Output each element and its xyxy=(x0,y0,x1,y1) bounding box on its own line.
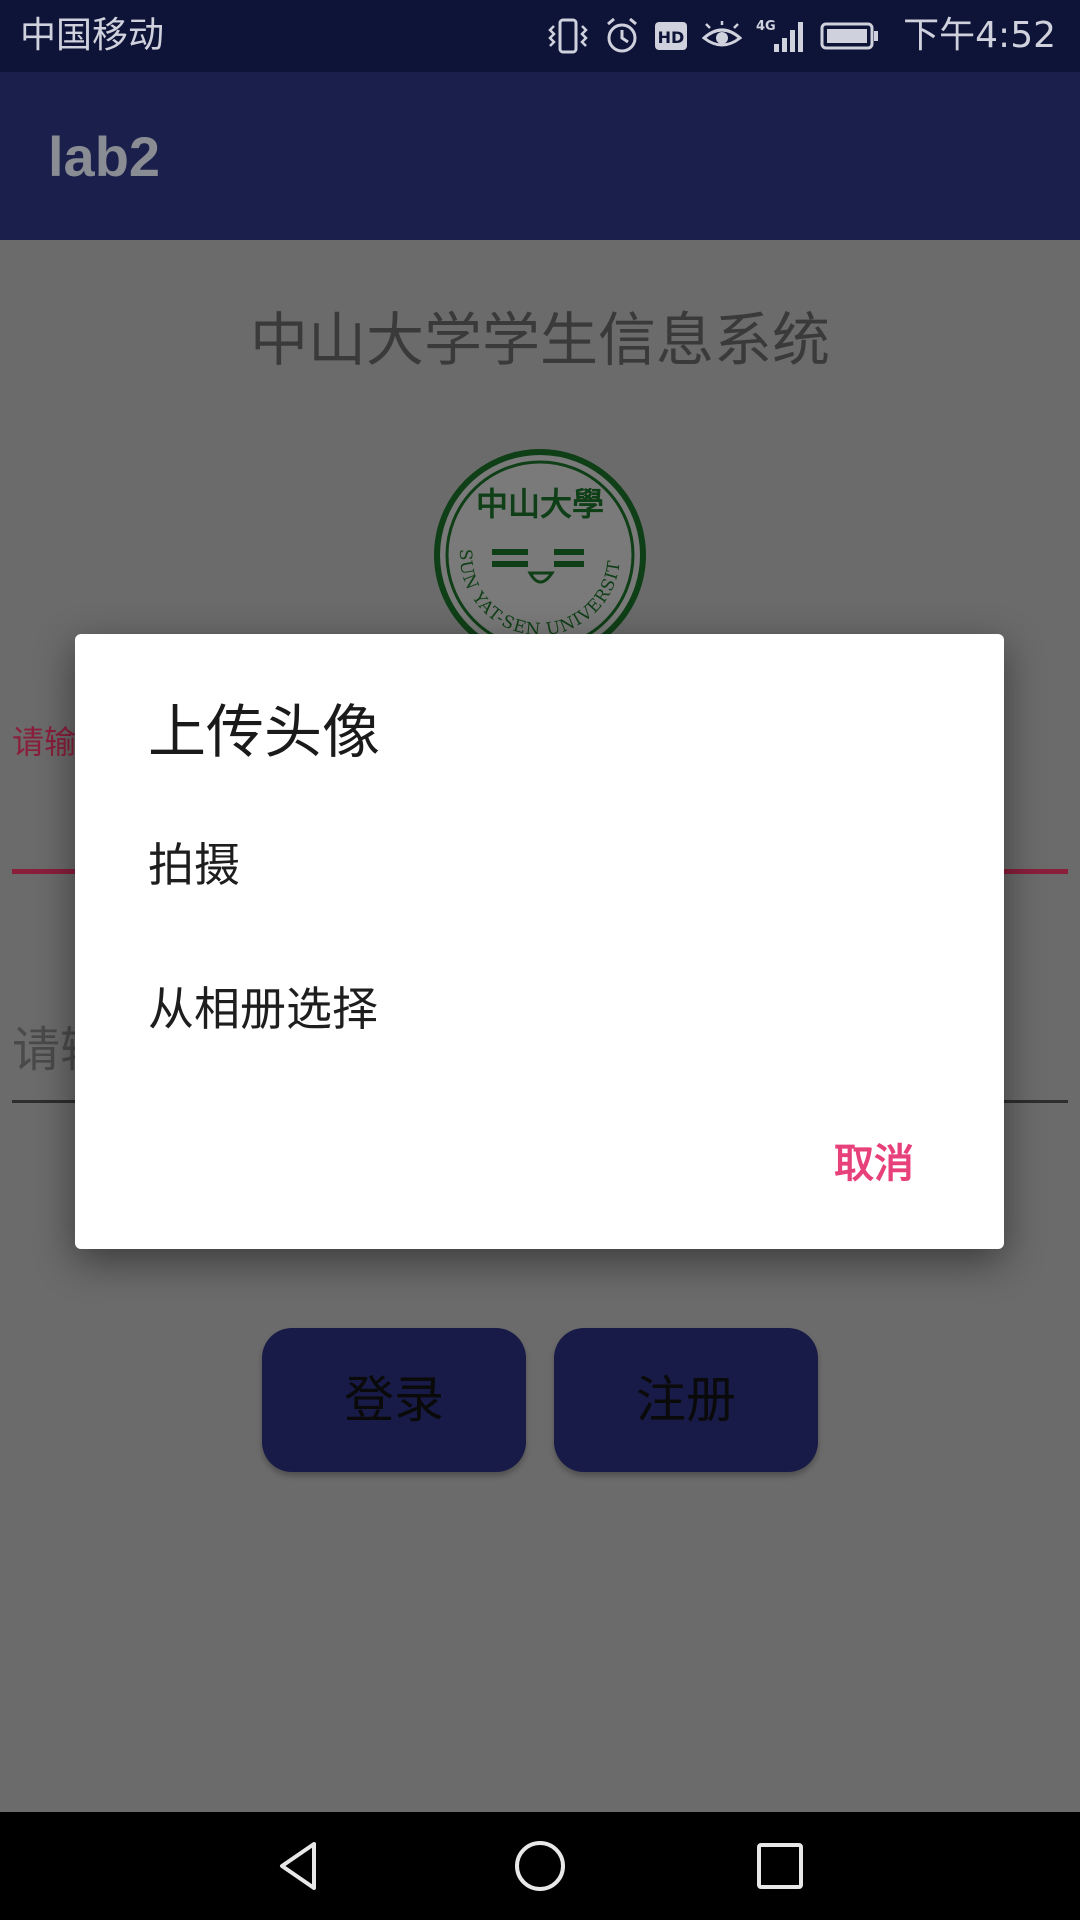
clock: 下午4:52 xyxy=(903,15,1056,56)
recents-icon[interactable] xyxy=(748,1834,812,1898)
home-icon[interactable] xyxy=(508,1834,572,1898)
battery-icon xyxy=(820,20,880,52)
alarm-icon xyxy=(604,16,640,56)
carrier-name: 中国移动 xyxy=(20,15,165,56)
cancel-button[interactable]: 取消 xyxy=(834,1134,914,1194)
login-button[interactable]: 登录 xyxy=(262,1328,526,1472)
dialog-title: 上传头像 xyxy=(148,698,381,766)
vibrate-icon xyxy=(546,16,590,56)
dialog-item-take-photo[interactable]: 拍摄 xyxy=(148,830,948,900)
register-button[interactable]: 注册 xyxy=(554,1328,818,1472)
status-bar: 中国移动 HD 4G 下午4:52 xyxy=(0,0,1080,72)
dialog-item-choose-from-album[interactable]: 从相册选择 xyxy=(148,974,948,1044)
hd-label: HD xyxy=(658,28,685,47)
app-title: lab2 xyxy=(48,125,161,188)
upload-avatar-dialog: 上传头像 拍摄 从相册选择 取消 xyxy=(75,634,1004,1249)
university-logo[interactable]: 中山大學 SUN YAT-SEN UNIVERSITY xyxy=(423,430,650,665)
eye-icon xyxy=(702,20,742,52)
back-icon[interactable] xyxy=(268,1834,332,1898)
app-bar: lab2 xyxy=(0,72,1080,240)
page-title: 中山大学学生信息系统 xyxy=(249,306,830,374)
status-icons: HD 4G xyxy=(546,14,880,58)
network-label: 4G xyxy=(756,19,776,34)
logo-text-top: 中山大學 xyxy=(476,485,604,523)
system-nav-bar xyxy=(0,1812,1080,1920)
username-hint: 请输 xyxy=(12,723,77,761)
hd-icon: HD xyxy=(654,20,688,52)
signal-4g-icon: 4G xyxy=(756,16,806,56)
